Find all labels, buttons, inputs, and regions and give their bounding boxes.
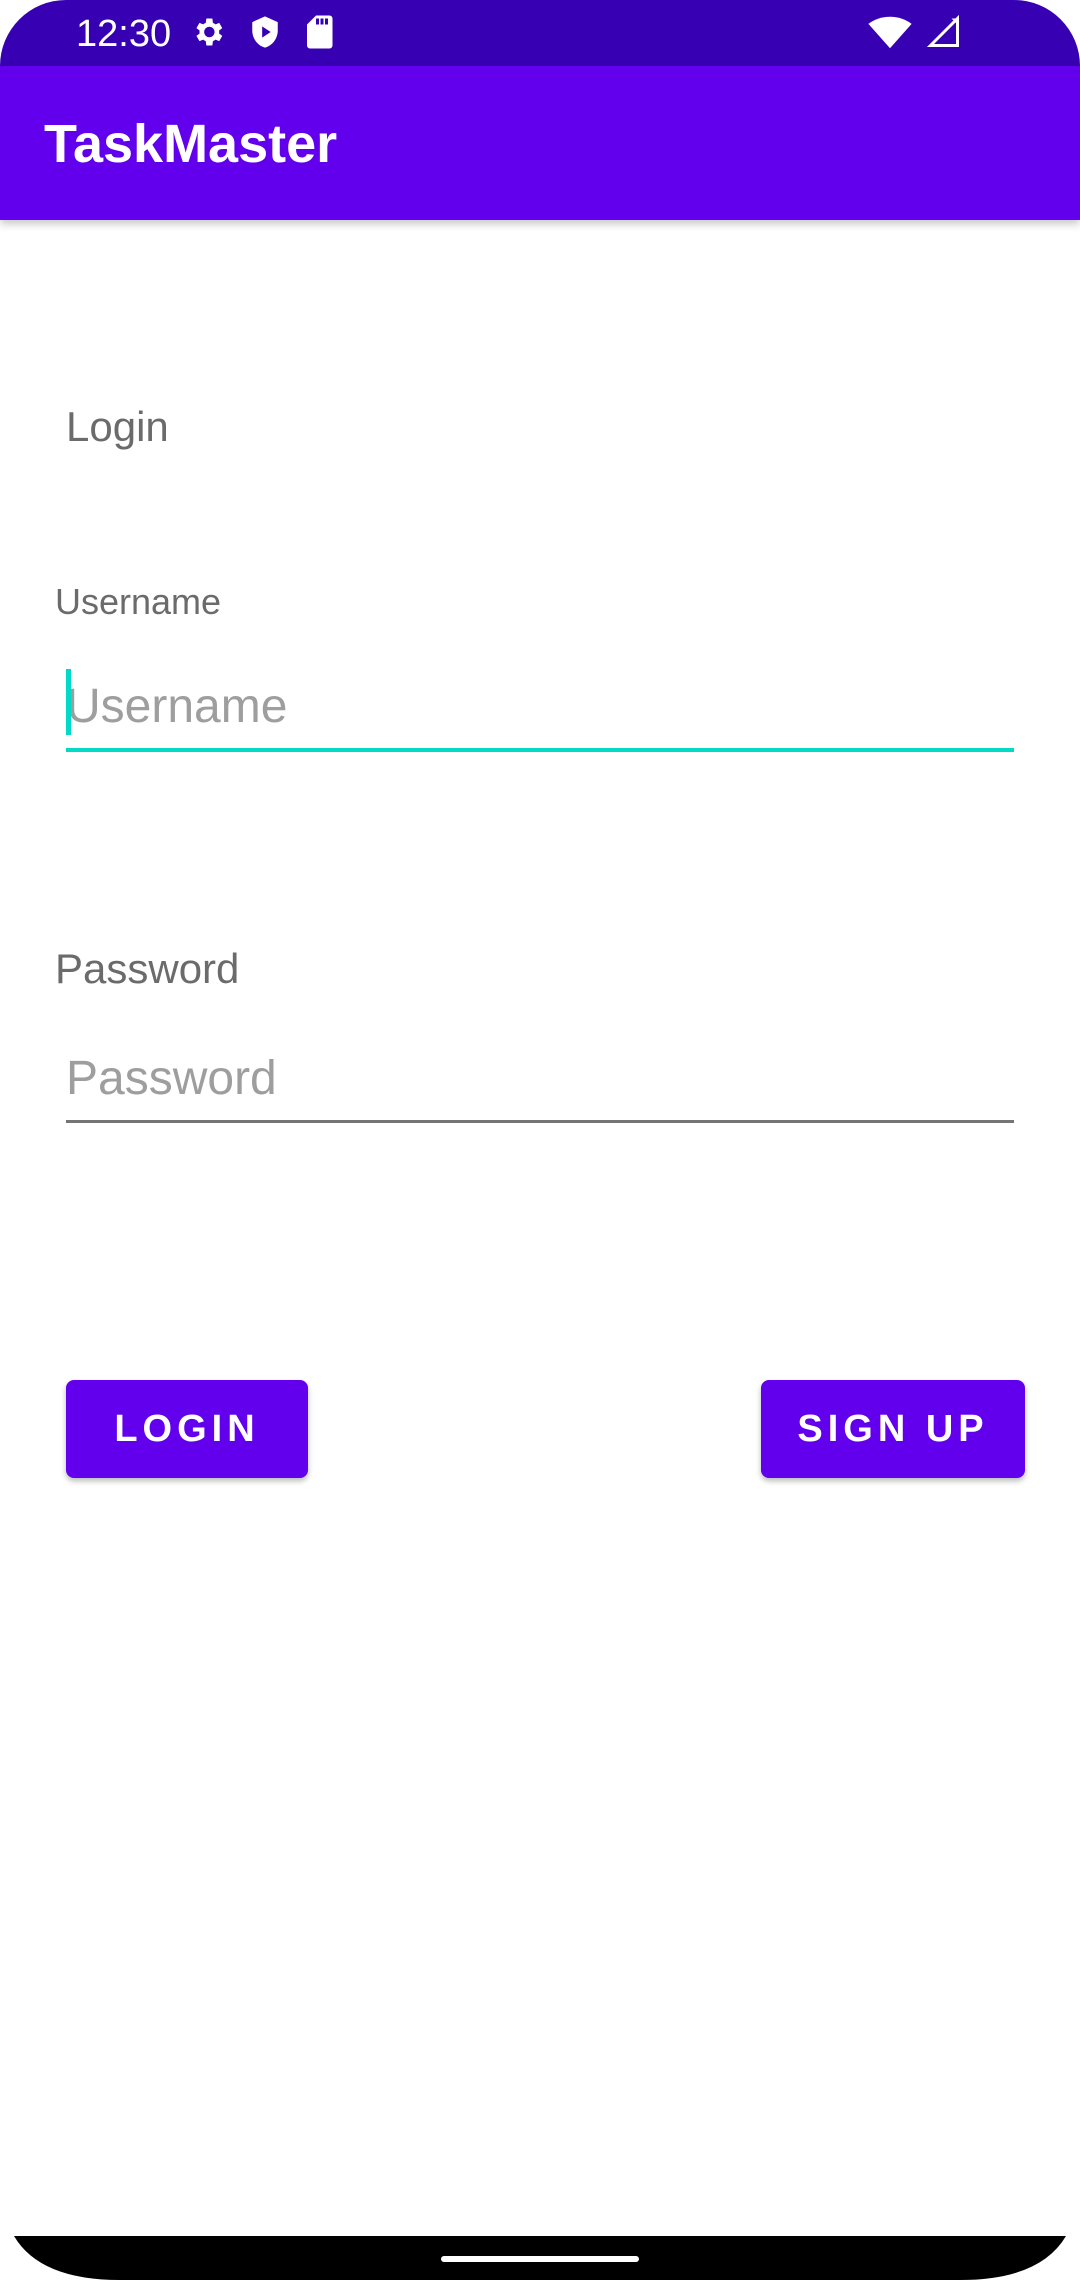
status-bar: 12:30 bbox=[0, 0, 1080, 66]
login-screen: 12:30 TaskMaster Login Username Pass bbox=[0, 0, 1080, 2280]
gear-icon bbox=[190, 14, 226, 50]
app-bar: TaskMaster bbox=[0, 66, 1080, 220]
sign-up-button[interactable]: SIGN UP bbox=[761, 1380, 1025, 1478]
password-label: Password bbox=[55, 945, 240, 992]
status-icons-left bbox=[190, 14, 334, 50]
sd-card-icon bbox=[304, 14, 334, 50]
password-input[interactable] bbox=[66, 1036, 1014, 1123]
login-button[interactable]: LOGIN bbox=[66, 1380, 308, 1478]
login-heading: Login bbox=[66, 403, 169, 450]
cellular-signal-icon bbox=[926, 14, 962, 50]
status-time: 12:30 bbox=[76, 13, 172, 55]
navigation-bar bbox=[0, 2236, 1080, 2280]
gesture-handle[interactable] bbox=[441, 2256, 639, 2262]
play-protect-icon bbox=[248, 14, 282, 50]
app-title: TaskMaster bbox=[44, 114, 338, 174]
username-input[interactable] bbox=[66, 664, 1014, 752]
wifi-icon bbox=[868, 14, 912, 50]
status-icons-right bbox=[868, 14, 962, 50]
text-cursor bbox=[66, 669, 71, 735]
username-label: Username bbox=[55, 581, 222, 622]
